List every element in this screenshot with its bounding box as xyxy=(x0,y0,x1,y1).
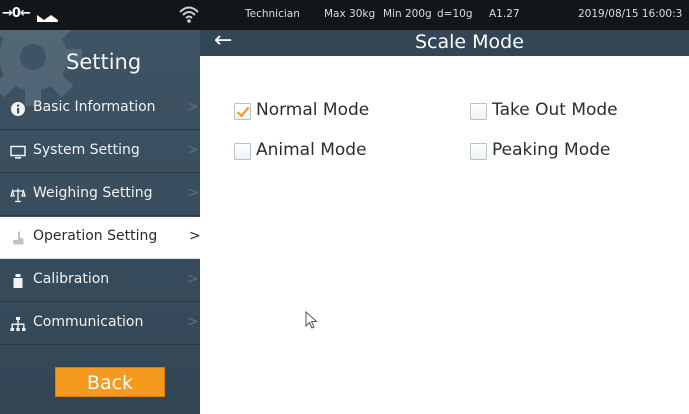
chevron-right-icon: > xyxy=(189,228,200,244)
take-out-mode-option[interactable]: Take Out Mode xyxy=(470,100,650,122)
monitor-icon xyxy=(10,144,26,160)
sidebar: Setting Basic Information > System Setti… xyxy=(0,30,200,414)
sidebar-item-label: Weighing Setting xyxy=(33,185,153,201)
animal-mode-label: Animal Mode xyxy=(256,140,367,160)
chevron-right-icon: > xyxy=(187,142,199,158)
min-capacity: Min 200g xyxy=(383,8,432,20)
user-role: Technician xyxy=(245,8,300,20)
sidebar-item-basic-information[interactable]: Basic Information > xyxy=(0,88,200,130)
balance-scale-icon xyxy=(10,187,26,203)
back-arrow-icon[interactable]: ← xyxy=(214,28,232,53)
normal-mode-checkbox[interactable] xyxy=(234,103,251,120)
chevron-right-icon: > xyxy=(187,99,199,115)
sidebar-item-label: Basic Information xyxy=(33,99,156,115)
take-out-mode-label: Take Out Mode xyxy=(492,100,618,120)
back-button[interactable]: Back xyxy=(55,367,165,397)
firmware-version: A1.27 xyxy=(489,8,520,20)
stable-indicator-icon xyxy=(36,9,60,28)
info-icon xyxy=(10,101,26,117)
peaking-mode-label: Peaking Mode xyxy=(492,140,611,160)
sidebar-item-system-setting[interactable]: System Setting > xyxy=(0,131,200,173)
page-title: Scale Mode xyxy=(415,31,524,53)
normal-mode-option[interactable]: Normal Mode xyxy=(234,100,404,122)
chevron-right-icon: > xyxy=(187,314,199,330)
sidebar-item-weighing-setting[interactable]: Weighing Setting > xyxy=(0,174,200,216)
sidebar-item-operation-setting[interactable]: Operation Setting > xyxy=(0,217,200,259)
mouse-cursor-icon xyxy=(305,310,319,331)
header-bar: ← Scale Mode xyxy=(200,28,689,56)
division: d=10g xyxy=(437,8,473,20)
peaking-mode-checkbox[interactable] xyxy=(470,143,487,160)
sidebar-item-calibration[interactable]: Calibration > xyxy=(0,260,200,302)
sidebar-item-label: Calibration xyxy=(33,271,110,287)
wifi-icon xyxy=(178,4,200,24)
scale-mode-options: Normal Mode Take Out Mode Animal Mode Pe… xyxy=(200,56,689,414)
max-capacity: Max 30kg xyxy=(324,8,376,20)
sidebar-title: Setting xyxy=(66,50,142,74)
sidebar-item-communication[interactable]: Communication > xyxy=(0,303,200,345)
chevron-right-icon: > xyxy=(187,271,199,287)
chevron-right-icon: > xyxy=(187,185,199,201)
zero-indicator: →0← xyxy=(2,6,31,21)
animal-mode-checkbox[interactable] xyxy=(234,143,251,160)
sidebar-item-label: Communication xyxy=(33,314,144,330)
status-bar: →0← Technician Max 30kg Min 200g d=10g A… xyxy=(0,0,689,30)
animal-mode-option[interactable]: Animal Mode xyxy=(234,140,404,162)
checkmark-icon xyxy=(236,106,250,118)
sidebar-item-label: System Setting xyxy=(33,142,140,158)
normal-mode-label: Normal Mode xyxy=(256,100,370,120)
sidebar-item-label: Operation Setting xyxy=(33,228,158,244)
network-icon xyxy=(10,316,26,332)
datetime: 2019/08/15 16:00:3 xyxy=(578,8,683,20)
weight-icon xyxy=(10,273,26,289)
take-out-mode-checkbox[interactable] xyxy=(470,103,487,120)
peaking-mode-option[interactable]: Peaking Mode xyxy=(470,140,650,162)
hand-pointer-icon xyxy=(10,230,26,246)
